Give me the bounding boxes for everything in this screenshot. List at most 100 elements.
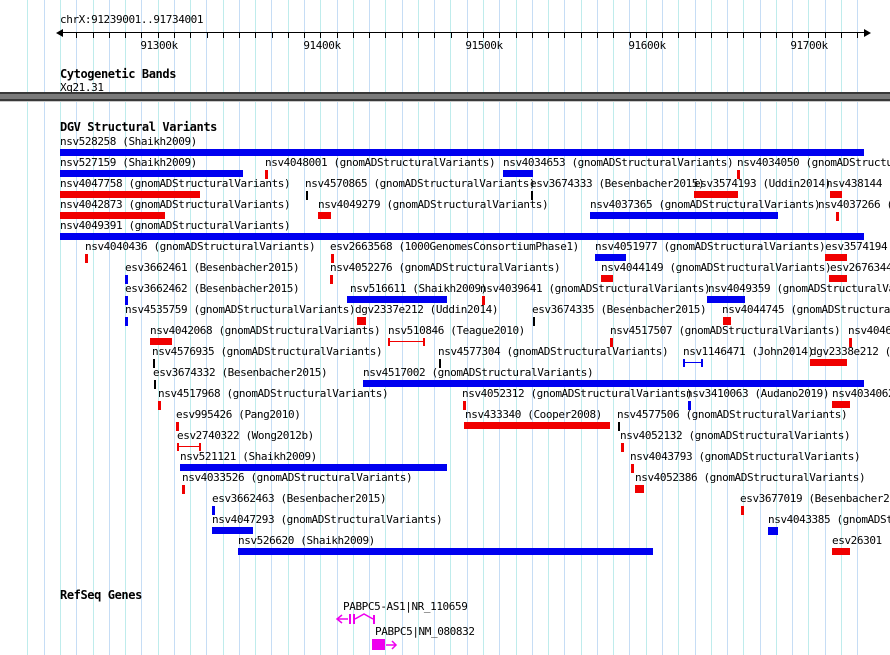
- variant-label[interactable]: esv3574194: [825, 241, 888, 252]
- variant-label[interactable]: nsv4037365 (gnomADStructuralVariants): [590, 199, 821, 210]
- variant-label[interactable]: nsv4517002 (gnomADStructuralVariants): [363, 367, 594, 378]
- variant-label[interactable]: nsv4048001 (gnomADStructuralVariants): [265, 157, 496, 168]
- variant-glyph-btick[interactable]: [153, 359, 155, 368]
- variant-glyph-tick[interactable]: [621, 443, 624, 452]
- variant-glyph-btick[interactable]: [154, 380, 156, 389]
- variant-glyph-square[interactable]: [768, 527, 778, 535]
- variant-glyph-tick[interactable]: [737, 170, 740, 179]
- variant-label[interactable]: nsv526620 (Shaikh2009): [238, 535, 375, 546]
- gene-label-pabpc5-as1[interactable]: PABPC5-AS1|NR_110659: [343, 601, 468, 612]
- variant-glyph-tick[interactable]: [125, 296, 128, 305]
- variant-label[interactable]: nsv1146471 (John2014): [683, 346, 814, 357]
- variant-label[interactable]: nsv4039641 (gnomADStructuralVariants): [480, 283, 711, 294]
- variant-glyph-square[interactable]: [635, 485, 644, 493]
- variant-label[interactable]: nsv4040436 (gnomADStructuralVariants): [85, 241, 316, 252]
- variant-glyph-bar[interactable]: [601, 275, 613, 282]
- variant-glyph-bar[interactable]: [832, 401, 850, 408]
- variant-glyph-tick[interactable]: [610, 338, 613, 347]
- variant-label[interactable]: esv2740322 (Wong2012b): [177, 430, 314, 441]
- variant-label[interactable]: esv3674333 (Besenbacher2015): [530, 178, 705, 189]
- variant-glyph-bar[interactable]: [590, 212, 778, 219]
- variant-label[interactable]: nsv4517968 (gnomADStructuralVariants): [158, 388, 389, 399]
- variant-glyph-tick[interactable]: [688, 401, 691, 410]
- variant-label[interactable]: esv2663568 (1000GenomesConsortiumPhase1): [330, 241, 579, 252]
- variant-glyph-tick[interactable]: [463, 401, 466, 410]
- variant-label[interactable]: esv3674332 (Besenbacher2015): [153, 367, 328, 378]
- variant-glyph-tick[interactable]: [331, 254, 334, 263]
- variant-glyph-ibeam[interactable]: [388, 338, 425, 346]
- variant-glyph-bar[interactable]: [829, 275, 847, 282]
- variant-glyph-tick[interactable]: [125, 275, 128, 284]
- variant-label[interactable]: nsv4042873 (gnomADStructuralVariants): [60, 199, 291, 210]
- variant-glyph-tick[interactable]: [631, 464, 634, 473]
- variant-label[interactable]: nsv3410063 (Audano2019): [686, 388, 830, 399]
- variant-label[interactable]: nsv4052386 (gnomADStructuralVariants): [635, 472, 866, 483]
- variant-glyph-tick[interactable]: [212, 506, 215, 515]
- variant-label[interactable]: esv3677019 (Besenbacher201: [740, 493, 890, 504]
- variant-glyph-btick[interactable]: [439, 359, 441, 368]
- variant-glyph-bar[interactable]: [150, 338, 172, 345]
- gene-glyph-pabpc5[interactable]: [372, 639, 402, 652]
- variant-glyph-bar[interactable]: [347, 296, 447, 303]
- variant-label[interactable]: nsv4037266 (g: [818, 199, 890, 210]
- variant-label[interactable]: nsv4033526 (gnomADStructuralVariants): [182, 472, 413, 483]
- variant-label[interactable]: nsv510846 (Teague2010): [388, 325, 525, 336]
- variant-glyph-tick[interactable]: [741, 506, 744, 515]
- variant-label[interactable]: nsv4570865 (gnomADStructuralVariants): [305, 178, 536, 189]
- variant-glyph-bar[interactable]: [694, 191, 738, 198]
- variant-glyph-tick[interactable]: [836, 212, 839, 221]
- variant-glyph-bar[interactable]: [825, 254, 847, 261]
- variant-label[interactable]: nsv4043385 (gnomADSt: [768, 514, 890, 525]
- variant-glyph-ibeam[interactable]: [683, 359, 703, 367]
- variant-glyph-tick[interactable]: [265, 170, 268, 179]
- variant-label[interactable]: nsv528258 (Shaikh2009): [60, 136, 197, 147]
- variant-label[interactable]: esv995426 (Pang2010): [176, 409, 301, 420]
- variant-glyph-tick[interactable]: [482, 296, 485, 305]
- variant-glyph-btick[interactable]: [618, 422, 620, 431]
- variant-glyph-tick[interactable]: [125, 317, 128, 326]
- variant-glyph-tick[interactable]: [330, 275, 333, 284]
- variant-glyph-bar[interactable]: [707, 296, 745, 303]
- variant-glyph-tick[interactable]: [182, 485, 185, 494]
- variant-glyph-bar[interactable]: [464, 422, 610, 429]
- variant-label[interactable]: nsv4052276 (gnomADStructuralVariants): [330, 262, 561, 273]
- variant-label[interactable]: nsv4535759 (gnomADStructuralVariants): [125, 304, 356, 315]
- variant-label[interactable]: nsv521121 (Shaikh2009): [180, 451, 317, 462]
- variant-label[interactable]: dgv2338e212 (: [810, 346, 890, 357]
- variant-glyph-square[interactable]: [357, 317, 366, 325]
- variant-label[interactable]: nsv4576935 (gnomADStructuralVariants): [152, 346, 383, 357]
- variant-label[interactable]: nsv4044149 (gnomADStructuralVariants): [601, 262, 832, 273]
- variant-label[interactable]: nsv4034050 (gnomADStructur: [737, 157, 890, 168]
- variant-label[interactable]: nsv527159 (Shaikh2009): [60, 157, 197, 168]
- variant-label[interactable]: esv3662461 (Besenbacher2015): [125, 262, 300, 273]
- variant-label[interactable]: nsv40460: [848, 325, 890, 336]
- variant-label[interactable]: nsv4034062: [832, 388, 890, 399]
- variant-label[interactable]: nsv4034653 (gnomADStructuralVariants): [503, 157, 734, 168]
- variant-glyph-bar[interactable]: [595, 254, 626, 261]
- variant-glyph-bar[interactable]: [60, 233, 864, 240]
- variant-glyph-square[interactable]: [723, 317, 731, 325]
- variant-label[interactable]: esv3574193 (Uddin2014): [694, 178, 831, 189]
- variant-glyph-bar[interactable]: [832, 548, 850, 555]
- variant-glyph-btick[interactable]: [306, 191, 308, 200]
- variant-label[interactable]: nsv4043793 (gnomADStructuralVariants): [630, 451, 861, 462]
- variant-glyph-tick[interactable]: [158, 401, 161, 410]
- variant-glyph-bar[interactable]: [830, 191, 842, 198]
- variant-label[interactable]: esv2676344: [830, 262, 890, 273]
- variant-glyph-tick[interactable]: [85, 254, 88, 263]
- variant-glyph-btick[interactable]: [533, 317, 535, 326]
- variant-glyph-bar[interactable]: [363, 380, 864, 387]
- variant-glyph-bar[interactable]: [318, 212, 331, 219]
- variant-label[interactable]: esv3674335 (Besenbacher2015): [532, 304, 707, 315]
- variant-label[interactable]: nsv433340 (Cooper2008): [465, 409, 602, 420]
- gene-label-pabpc5[interactable]: PABPC5|NM_080832: [375, 626, 475, 637]
- variant-glyph-bar[interactable]: [212, 527, 253, 534]
- variant-label[interactable]: nsv4052312 (gnomADStructuralVariants): [462, 388, 693, 399]
- variant-label[interactable]: nsv4047293 (gnomADStructuralVariants): [212, 514, 443, 525]
- variant-label[interactable]: esv3662462 (Besenbacher2015): [125, 283, 300, 294]
- variant-label[interactable]: nsv4577304 (gnomADStructuralVariants): [438, 346, 669, 357]
- variant-label[interactable]: nsv4517507 (gnomADStructuralVariants): [610, 325, 841, 336]
- variant-glyph-ibeam[interactable]: [177, 443, 201, 451]
- variant-label[interactable]: nsv4047758 (gnomADStructuralVariants): [60, 178, 291, 189]
- variant-label[interactable]: nsv4049279 (gnomADStructuralVariants): [318, 199, 549, 210]
